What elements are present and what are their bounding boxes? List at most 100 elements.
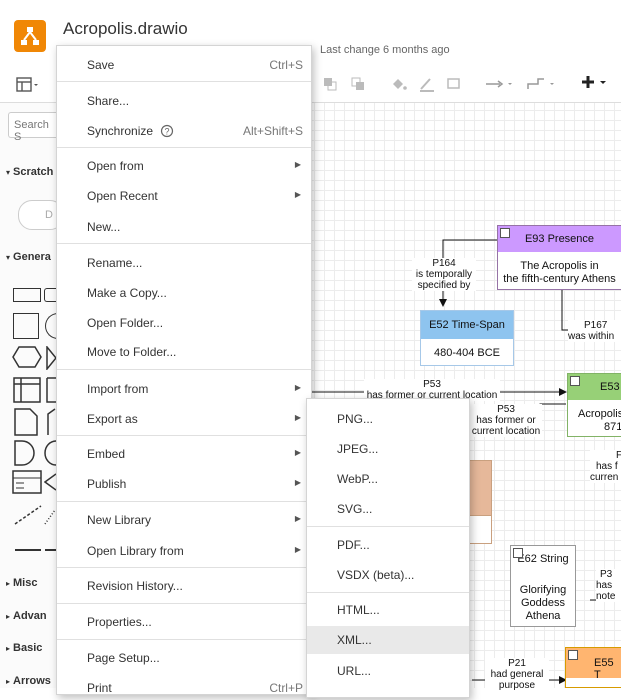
submenu-arrow-icon: ▶ [294, 383, 301, 392]
export-item-vsdx[interactable]: VSDX (beta)... [307, 563, 469, 587]
export-item-png[interactable]: PNG... [307, 407, 469, 431]
menu-item-embed[interactable]: Embed ▶ [57, 442, 311, 466]
menu-item-label: Rename... [87, 256, 143, 270]
e62-string-node[interactable]: E62 String Glorifying Goddess Athena [510, 545, 576, 627]
menu-item-label: JPEG... [337, 442, 379, 456]
edge-label-line: P164 [432, 258, 456, 269]
help-icon[interactable]: ? [160, 124, 174, 141]
export-item-html[interactable]: HTML... [307, 598, 469, 622]
menu-item-label: Open Folder... [87, 316, 164, 330]
e62-body-3: Athena [525, 610, 561, 622]
export-item-url[interactable]: URL... [307, 659, 469, 683]
submenu-arrow-icon: ▶ [294, 190, 301, 199]
e93-header: E93 Presence [498, 226, 621, 252]
edge-label-p3[interactable]: P3 has note [596, 569, 621, 602]
menu-item-save[interactable]: Save Ctrl+S [57, 53, 311, 77]
export-item-svg[interactable]: SVG... [307, 497, 469, 521]
export-item-webp[interactable]: WebP... [307, 467, 469, 491]
menu-item-export-as[interactable]: Export as ▶ [57, 407, 311, 431]
menu-item-new[interactable]: New... [57, 215, 311, 239]
menu-item-label: Open from [87, 159, 144, 173]
shortcut: Ctrl+P [269, 681, 303, 695]
submenu-arrow-icon: ▶ [294, 478, 301, 487]
collapse-icon[interactable] [570, 376, 580, 386]
shortcut: Ctrl+S [269, 58, 303, 72]
menu-item-label: Import from [87, 382, 149, 396]
menu-item-move-to-folder[interactable]: Move to Folder... [57, 340, 311, 364]
menu-item-share[interactable]: Share... [57, 89, 311, 113]
edge-label-p167[interactable]: P167 was within [568, 320, 621, 342]
menu-item-label: URL... [337, 664, 372, 678]
menu-item-label: PNG... [337, 412, 374, 426]
menu-item-label: Export as [87, 412, 138, 426]
submenu-arrow-icon: ▶ [294, 448, 301, 457]
menu-item-label: SVG... [337, 502, 373, 516]
menu-item-new-library[interactable]: New Library ▶ [57, 508, 311, 532]
edge-label-p53-lower[interactable]: P53 has former or current location [470, 404, 542, 437]
menu-item-make-copy[interactable]: Make a Copy... [57, 281, 311, 305]
e62-body-2: Goddess [520, 597, 566, 609]
menu-item-print[interactable]: Print Ctrl+P [57, 676, 311, 700]
menu-item-label: Synchronize [87, 124, 154, 138]
menu-separator [57, 603, 311, 604]
collapse-icon[interactable] [513, 548, 523, 558]
edge-label-right[interactable]: F has f curren [590, 450, 621, 483]
menu-item-rename[interactable]: Rename... [57, 251, 311, 275]
menu-item-label: New... [87, 220, 121, 234]
export-item-xml[interactable]: XML... [307, 626, 469, 654]
edge-label-line: P53 [497, 404, 515, 415]
edge-label-line: current location [471, 426, 541, 437]
e53-body-1: Acropolis [578, 408, 621, 420]
export-item-pdf[interactable]: PDF... [307, 533, 469, 557]
menu-item-properties[interactable]: Properties... [57, 610, 311, 634]
menu-separator [57, 501, 311, 502]
menu-item-import-from[interactable]: Import from ▶ [57, 377, 311, 401]
menu-separator [57, 369, 311, 370]
menu-separator [307, 592, 469, 593]
submenu-arrow-icon: ▶ [294, 545, 301, 554]
edge-label-line: curren [590, 472, 619, 483]
menu-item-label: Open Library from [87, 544, 184, 558]
collapse-icon[interactable] [500, 228, 510, 238]
edge-label-line: P21 [508, 658, 526, 669]
menu-item-label: Share... [87, 94, 130, 108]
menu-item-label: WebP... [337, 472, 378, 486]
menu-separator [307, 526, 469, 527]
menu-item-revision-history[interactable]: Revision History... [57, 574, 311, 598]
menu-item-label: PDF... [337, 538, 370, 552]
menu-separator [57, 435, 311, 436]
menu-item-label: Open Recent [87, 189, 158, 203]
edge-label-p164[interactable]: P164 is temporally specified by [412, 258, 476, 291]
menu-item-label: Revision History... [87, 579, 183, 593]
menu-item-label: Print [87, 681, 112, 695]
menu-item-open-library-from[interactable]: Open Library from ▶ [57, 539, 311, 563]
edge-label-line: P3 [600, 569, 613, 580]
e53-body-2: 871 [604, 421, 621, 433]
collapse-icon[interactable] [568, 650, 578, 660]
e52-time-span-node[interactable]: E52 Time-Span 480-404 BCE [420, 310, 514, 366]
export-item-jpeg[interactable]: JPEG... [307, 437, 469, 461]
menu-item-open-recent[interactable]: Open Recent ▶ [57, 184, 311, 208]
e93-presence-node[interactable]: E93 Presence The Acropolis in the fifth-… [497, 225, 621, 290]
e53-place-node[interactable]: E53 Acropolis 871 [567, 373, 621, 437]
edge-label-line: had general [490, 669, 544, 680]
menu-item-label: Publish [87, 477, 127, 491]
menu-item-publish[interactable]: Publish ▶ [57, 472, 311, 496]
edge-label-line: purpose [498, 680, 536, 691]
edge-label-line: has former or [476, 415, 536, 426]
menu-item-label: Properties... [87, 615, 152, 629]
menu-item-label: New Library [87, 513, 152, 527]
shortcut: Alt+Shift+S [242, 124, 303, 138]
menu-item-synchronize[interactable]: Synchronize ? Alt+Shift+S [57, 119, 311, 143]
menu-separator [57, 147, 311, 148]
menu-separator [57, 639, 311, 640]
menu-item-label: Embed [87, 447, 126, 461]
edge-label-line: P53 [423, 379, 441, 390]
menu-item-open-from[interactable]: Open from ▶ [57, 154, 311, 178]
menu-separator [57, 567, 311, 568]
edge-label-p21[interactable]: P21 had general purpose [485, 658, 549, 691]
menu-item-page-setup[interactable]: Page Setup... [57, 646, 311, 670]
edge-label-line: has [596, 580, 613, 591]
menu-item-open-folder[interactable]: Open Folder... [57, 311, 311, 335]
e55-type-node[interactable]: E55 T [565, 647, 621, 688]
